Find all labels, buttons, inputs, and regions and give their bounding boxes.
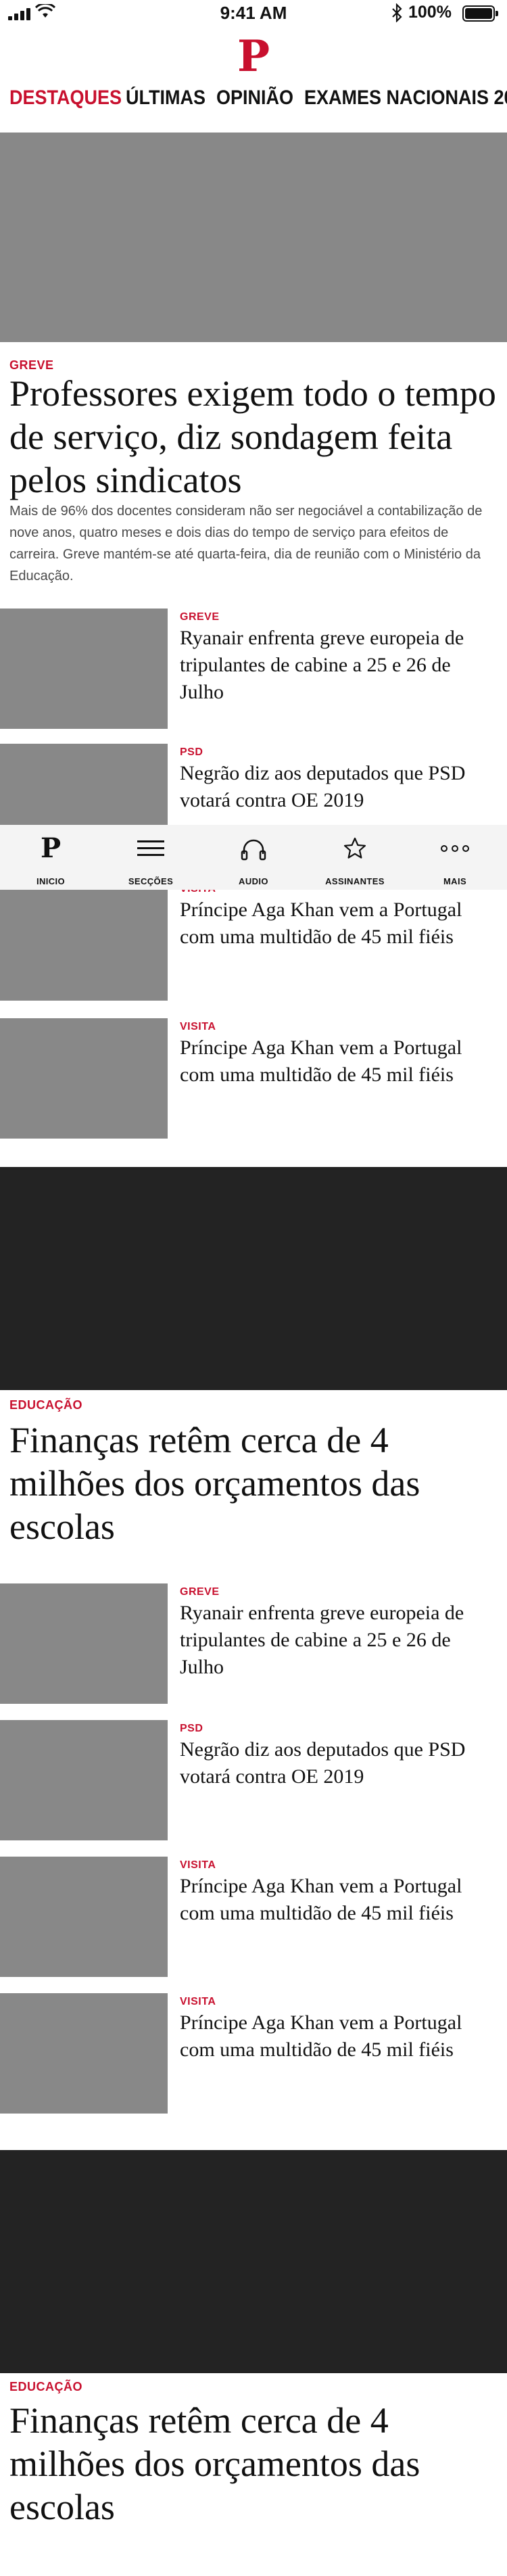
tab-audio[interactable]: AUDIO [210,825,297,890]
list-item[interactable]: VISITA Príncipe Aga Khan vem a Portugal … [0,1857,507,1977]
article-thumbnail[interactable] [0,1993,168,2114]
article-kicker: GREVE [180,611,220,623]
list-item[interactable]: PSD Negrão diz aos deputados que PSD vot… [0,1720,507,1840]
feature-headline[interactable]: Finanças retêm cerca de 4 milhões dos or… [9,2399,499,2529]
article-title[interactable]: Príncipe Aga Khan vem a Portugal com uma… [180,897,495,951]
bluetooth-icon [392,3,402,22]
star-icon [311,834,399,863]
article-title[interactable]: Príncipe Aga Khan vem a Portugal com uma… [180,2009,495,2064]
feature-image[interactable] [0,2150,507,2373]
article-title[interactable]: Ryanair enfrenta greve europeia de tripu… [180,1600,495,1681]
article-thumbnail[interactable] [0,609,168,729]
tab-assinantes[interactable]: ASSINANTES [311,825,399,890]
battery-icon [462,5,498,22]
hero-kicker[interactable]: GREVE [9,358,54,373]
headphones-icon [210,834,297,863]
article-kicker: VISITA [180,1996,216,2007]
article-kicker: VISITA [180,1859,216,1871]
bottom-tab-bar: P INICIO SECÇÕES AUDIO ASSINANTES MAIS [0,825,507,890]
menu-icon [107,834,195,863]
hero-headline[interactable]: Professores exigem todo o tempo de servi… [9,372,499,502]
article-title[interactable]: Ryanair enfrenta greve europeia de tripu… [180,625,495,706]
more-icon [411,834,499,863]
list-item[interactable]: VISITA Príncipe Aga Khan vem a Portugal … [0,1993,507,2114]
list-item[interactable]: GREVE Ryanair enfrenta greve europeia de… [0,1583,507,1704]
tab-label: INICIO [36,876,66,886]
battery-percent: 100% [408,3,452,22]
feature-headline[interactable]: Finanças retêm cerca de 4 milhões dos or… [9,1418,499,1548]
status-bar: 9:41 AM 100% [0,0,507,27]
article-title[interactable]: Negrão diz aos deputados que PSD votará … [180,760,495,814]
article-title[interactable]: Príncipe Aga Khan vem a Portugal com uma… [180,1034,495,1089]
tab-inicio[interactable]: P INICIO [7,825,95,890]
tab-exames-nacionais[interactable]: EXAMES NACIONAIS 2018 [304,87,507,110]
article-thumbnail[interactable] [0,1583,168,1704]
tab-opiniao[interactable]: OPINIÃO [216,87,293,110]
publico-logo-icon: P [40,832,62,864]
tab-label: SECÇÕES [128,876,174,886]
tab-mais[interactable]: MAIS [411,825,499,890]
article-thumbnail[interactable] [0,880,168,1001]
tab-label: MAIS [443,876,467,886]
publico-logo[interactable]: P [0,35,507,78]
hero-image[interactable] [0,133,507,342]
article-kicker: GREVE [180,1586,220,1598]
list-item[interactable]: VISITA Príncipe Aga Khan vem a Portugal … [0,880,507,1001]
hero-lead: Mais de 96% dos docentes consideram não … [9,504,483,583]
list-item[interactable]: GREVE Ryanair enfrenta greve europeia de… [0,609,507,729]
article-kicker: VISITA [180,1021,216,1032]
article-kicker: PSD [180,1723,203,1734]
feature-kicker[interactable]: EDUCAÇÃO [9,2380,82,2394]
article-thumbnail[interactable] [0,1857,168,1977]
article-thumbnail[interactable] [0,1720,168,1840]
tab-label: ASSINANTES [325,876,385,886]
tab-label: AUDIO [239,876,268,886]
feature-kicker[interactable]: EDUCAÇÃO [9,1398,82,1412]
list-item[interactable]: VISITA Príncipe Aga Khan vem a Portugal … [0,1018,507,1139]
feature-image[interactable] [0,1167,507,1390]
article-thumbnail[interactable] [0,1018,168,1139]
tab-destaques[interactable]: DESTAQUES [9,87,122,110]
article-title[interactable]: Príncipe Aga Khan vem a Portugal com uma… [180,1873,495,1927]
article-kicker: PSD [180,746,203,758]
article-title[interactable]: Negrão diz aos deputados que PSD votará … [180,1736,495,1790]
tab-seccoes[interactable]: SECÇÕES [107,825,195,890]
section-tabs: DESTAQUES ÚLTIMAS OPINIÃO EXAMES NACIONA… [0,87,507,124]
tab-ultimas[interactable]: ÚLTIMAS [126,87,206,110]
